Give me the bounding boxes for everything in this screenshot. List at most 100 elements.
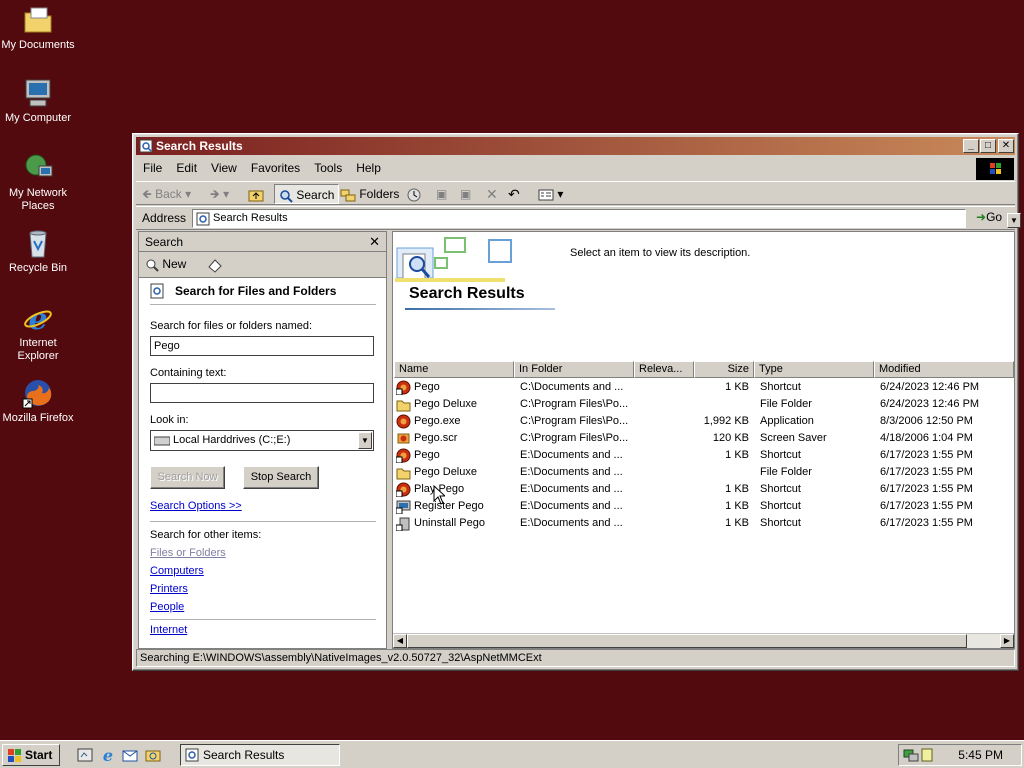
scroll-right-button[interactable]: ▶	[1000, 634, 1014, 648]
menu-help[interactable]: Help	[349, 157, 388, 179]
printers-link[interactable]: Printers	[150, 583, 188, 595]
uninstall-icon	[396, 517, 410, 531]
forward-button[interactable]: 🡺 ▾	[210, 184, 229, 204]
results-pane: Select an item to view its description. …	[392, 231, 1015, 649]
minimize-button[interactable]: _	[963, 139, 979, 153]
result-name: Pego	[414, 381, 440, 393]
menu-file[interactable]: File	[136, 157, 169, 179]
result-row[interactable]: Register Pego E:\Documents and ... 1 KB Sho…	[393, 498, 1014, 515]
internet-explorer-icon[interactable]: e	[100, 747, 116, 763]
history-button[interactable]	[406, 184, 422, 204]
result-row[interactable]: Pego C:\Documents and ... 1 KB Shortcut 6/24…	[393, 379, 1014, 396]
result-type: Shortcut	[760, 483, 801, 495]
search-pane-toolbar: New	[139, 252, 386, 278]
folders-icon	[340, 189, 356, 202]
desktop-icon-label-line2: Places	[21, 200, 55, 212]
start-button[interactable]: Start	[2, 744, 60, 766]
result-size: 1 KB	[725, 449, 749, 461]
search-assistant-icon[interactable]	[207, 257, 223, 276]
result-name: Pego.scr	[414, 432, 458, 444]
close-search-pane-button[interactable]: ✕	[369, 232, 380, 252]
column-header-type[interactable]: Type	[754, 361, 874, 378]
menu-bar: File Edit View Favorites Tools Help	[136, 157, 1015, 179]
delete-button[interactable]: ✕	[486, 184, 498, 204]
containing-text-input[interactable]	[150, 383, 374, 403]
menu-favorites[interactable]: Favorites	[244, 157, 307, 179]
search-now-button[interactable]: Search Now	[150, 466, 225, 489]
result-size: 1 KB	[725, 517, 749, 529]
internet-link[interactable]: Internet	[150, 624, 187, 636]
result-row[interactable]: Pego Deluxe E:\Documents and ... File Fold…	[393, 464, 1014, 481]
go-button[interactable]: ➜Go	[976, 210, 1002, 224]
desktop-icon-my-documents[interactable]: My Documents	[0, 4, 76, 52]
new-search-button[interactable]: New	[145, 257, 186, 272]
menu-edit[interactable]: Edit	[169, 157, 204, 179]
scroll-left-button[interactable]: ◀	[393, 634, 407, 648]
desktop-icon-internet-explorer[interactable]: e Internet Explorer	[0, 302, 76, 363]
copy-to-button[interactable]: ▣	[460, 184, 471, 204]
desktop-icon-recycle-bin[interactable]: Recycle Bin	[0, 227, 76, 275]
views-button[interactable]: ▾	[538, 184, 563, 204]
move-to-button[interactable]: ▣	[436, 184, 447, 204]
address-input[interactable]: Search Results ▼	[192, 209, 1021, 228]
computers-link[interactable]: Computers	[150, 565, 204, 577]
search-options-link[interactable]: Search Options >>	[150, 500, 242, 512]
desktop-icon-my-computer[interactable]: My Computer	[0, 77, 76, 125]
result-folder: C:\Documents and ...	[520, 381, 624, 393]
column-header-name[interactable]: Name	[394, 361, 514, 378]
volume-tray-icon[interactable]	[921, 747, 933, 763]
item-description: Select an item to view its description.	[570, 247, 751, 259]
result-folder: E:\Documents and ...	[520, 517, 623, 529]
desktop-icon-network-places[interactable]: My Network Places	[0, 152, 76, 213]
taskbar-search-results-button[interactable]: Search Results	[180, 744, 340, 766]
network-tray-icon[interactable]	[903, 747, 919, 763]
history-icon	[407, 188, 421, 202]
result-row[interactable]: Pego Deluxe C:\Program Files\Po... File Fo…	[393, 396, 1014, 413]
title-bar[interactable]: Search Results _ □ ✕	[136, 137, 1015, 155]
clock[interactable]: 5:45 PM	[958, 748, 1003, 762]
files-or-folders-link[interactable]: Files or Folders	[150, 547, 226, 559]
menu-view[interactable]: View	[204, 157, 244, 179]
go-arrow-icon: ➜	[976, 210, 987, 224]
column-header-size[interactable]: Size	[694, 361, 754, 378]
column-header-in-folder[interactable]: In Folder	[514, 361, 634, 378]
column-header-relevance[interactable]: Releva...	[634, 361, 694, 378]
divider	[150, 619, 376, 620]
explorer-icon[interactable]	[145, 747, 161, 763]
pego-app-icon	[396, 414, 411, 429]
folder-icon	[396, 468, 411, 480]
close-button[interactable]: ✕	[998, 139, 1014, 153]
result-row[interactable]: Pego E:\Documents and ... 1 KB Shortcut 6/17…	[393, 447, 1014, 464]
search-pane: Search ✕ New Search for Files and Folder…	[138, 231, 387, 649]
system-tray: 5:45 PM	[898, 744, 1022, 766]
desktop-icon-firefox[interactable]: Mozilla Firefox	[0, 377, 76, 425]
horizontal-scrollbar[interactable]: ◀ ▶	[393, 633, 1014, 648]
result-row[interactable]: Uninstall Pego E:\Documents and ... 1 KB Sh…	[393, 515, 1014, 532]
result-name: Pego	[414, 449, 440, 461]
result-modified: 6/24/2023 12:46 PM	[880, 398, 980, 410]
people-link[interactable]: People	[150, 601, 184, 613]
address-dropdown-button[interactable]: ▼	[1007, 213, 1021, 228]
look-in-dropdown-button[interactable]: ▼	[358, 432, 372, 449]
up-folder-button[interactable]	[248, 184, 264, 204]
result-name: Pego Deluxe	[414, 466, 477, 478]
register-icon	[396, 500, 411, 514]
show-desktop-icon[interactable]	[77, 747, 93, 763]
search-button[interactable]: Search	[274, 184, 340, 204]
stop-search-button[interactable]: Stop Search	[243, 466, 319, 489]
column-header-modified[interactable]: Modified	[874, 361, 1014, 378]
folders-button[interactable]: Folders	[340, 184, 399, 204]
search-results-window: Search Results _ □ ✕ File Edit View Favorit…	[132, 133, 1021, 671]
result-row[interactable]: Pego.exe C:\Program Files\Po... 1,992 KB Ap…	[393, 413, 1014, 430]
file-name-input[interactable]: Pego	[150, 336, 374, 356]
address-value: Search Results	[213, 212, 288, 224]
maximize-button[interactable]: □	[980, 139, 996, 153]
result-row[interactable]: Play Pego E:\Documents and ... 1 KB Shortcu…	[393, 481, 1014, 498]
result-row[interactable]: Pego.scr C:\Program Files\Po... 120 KB Scre…	[393, 430, 1014, 447]
undo-button[interactable]: ↶	[508, 184, 520, 204]
back-button[interactable]: 🡸 Back ▾	[142, 184, 191, 204]
scroll-thumb[interactable]	[407, 634, 967, 648]
outlook-express-icon[interactable]	[122, 747, 138, 763]
look-in-select[interactable]: Local Harddrives (C:;E:) ▼	[150, 430, 374, 451]
menu-tools[interactable]: Tools	[307, 157, 349, 179]
